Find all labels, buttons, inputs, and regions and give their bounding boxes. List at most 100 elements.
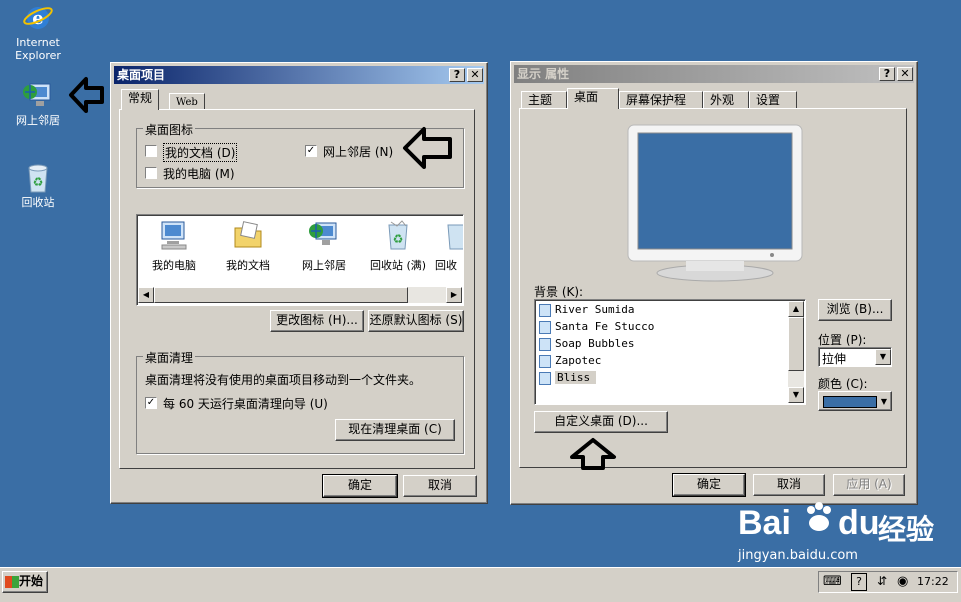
horizontal-scrollbar[interactable]: ◀ ▶: [138, 287, 462, 303]
browse-button[interactable]: 浏览 (B)...: [818, 299, 892, 321]
desktop-items-dialog: 桌面项目 ? ✕ 常规 Web 桌面图标 我的文档 (D) 我的电脑 (M) ✓…: [110, 62, 488, 504]
color-picker-button[interactable]: ▼: [818, 391, 892, 411]
display-properties-dialog: 显示 属性 ? ✕ 主题 桌面 屏幕保护程序 外观 设置 背景 (K): Riv…: [510, 61, 918, 505]
background-label: 背景 (K):: [534, 285, 584, 299]
tab-desktop[interactable]: 桌面: [567, 88, 619, 109]
dialog-title: 显示 属性: [517, 67, 570, 81]
scroll-up-button[interactable]: ▲: [788, 301, 804, 317]
help-button[interactable]: ?: [449, 68, 465, 82]
clock[interactable]: 17:22: [917, 575, 949, 588]
restore-default-button[interactable]: 还原默认图标 (S): [368, 310, 464, 332]
list-item[interactable]: Santa Fe Stucco: [539, 319, 654, 335]
scroll-thumb[interactable]: [788, 317, 804, 371]
watermark-brand-2: du: [838, 504, 880, 542]
image-file-icon: [539, 320, 551, 334]
chevron-down-icon: ▼: [880, 397, 887, 406]
ok-button[interactable]: 确定: [672, 473, 746, 497]
desktop-icon-network-places[interactable]: 网上邻居: [1, 80, 75, 127]
cancel-button[interactable]: 取消: [753, 474, 825, 496]
image-file-icon: [539, 354, 551, 368]
network-places-icon: [22, 80, 54, 112]
internet-explorer-icon: e: [22, 2, 54, 34]
checkbox-label: 我的文档 (D): [163, 143, 238, 162]
cancel-button[interactable]: 取消: [403, 475, 477, 497]
image-file-icon: [539, 371, 551, 385]
change-icon-button[interactable]: 更改图标 (H)...: [270, 310, 364, 332]
color-swatch: [823, 396, 877, 408]
scroll-left-button[interactable]: ◀: [138, 287, 154, 303]
background-list[interactable]: River Sumida Santa Fe Stucco Soap Bubble…: [534, 299, 806, 405]
system-tray: ⌨ ? ⇵ ◉ 17:22: [818, 571, 958, 593]
desktop-icon-label: Internet Explorer: [15, 36, 61, 62]
group-label: 桌面清理: [143, 349, 196, 366]
scroll-right-button[interactable]: ▶: [446, 287, 462, 303]
icon-label: 我的文档: [226, 259, 270, 272]
color-label: 颜色 (C):: [818, 377, 868, 391]
my-computer-icon: [158, 219, 190, 251]
recycle-bin-full-icon: ♻: [382, 219, 414, 251]
tab-settings[interactable]: 设置: [749, 91, 797, 109]
tab-panel-desktop: 背景 (K): River Sumida Santa Fe Stucco Soa…: [519, 108, 907, 470]
list-item[interactable]: River Sumida: [539, 302, 634, 318]
scroll-thumb[interactable]: [154, 287, 408, 303]
icon-my-documents[interactable]: 我的文档: [211, 219, 285, 273]
up-arrow-icon: [570, 438, 616, 470]
start-label: 开始: [19, 574, 44, 588]
checkbox-label: 网上邻居 (N): [323, 145, 394, 159]
network-places-checkbox[interactable]: ✓: [305, 145, 317, 157]
clean-desktop-now-button[interactable]: 现在清理桌面 (C): [335, 419, 455, 441]
tab-general[interactable]: 常规: [121, 89, 160, 110]
my-computer-checkbox[interactable]: [145, 167, 157, 179]
monitor-preview: [626, 123, 804, 282]
desktop-icon-list[interactable]: 我的电脑 我的文档 网上邻居 ♻ 回收站 (满) 回收 ◀ ▶: [136, 214, 464, 306]
icon-label: 网上邻居: [302, 259, 346, 272]
help-icon[interactable]: ?: [851, 573, 867, 591]
desktop-icon-recycle-bin[interactable]: ♻ 回收站: [1, 162, 75, 209]
svg-text:♻: ♻: [393, 232, 404, 246]
tab-appearance[interactable]: 外观: [703, 91, 749, 109]
image-file-icon: [539, 303, 551, 317]
list-item[interactable]: Zapotec: [539, 353, 601, 369]
icon-my-computer[interactable]: 我的电脑: [137, 219, 211, 273]
keyboard-icon[interactable]: ⌨: [823, 574, 842, 589]
position-select[interactable]: 拉伸 ▼: [818, 347, 892, 367]
list-item-selected[interactable]: Bliss: [539, 370, 597, 386]
scroll-down-button[interactable]: ▼: [788, 387, 804, 403]
close-button[interactable]: ✕: [467, 68, 483, 82]
position-value: 拉伸: [822, 352, 847, 366]
icon-label: 我的电脑: [152, 259, 196, 272]
left-arrow-icon: [69, 77, 104, 113]
watermark-brand: Bai: [738, 504, 791, 542]
vertical-scrollbar[interactable]: ▲ ▼: [788, 301, 804, 403]
ok-button[interactable]: 确定: [322, 474, 398, 498]
security-icon[interactable]: ◉: [897, 574, 908, 589]
customize-desktop-button[interactable]: 自定义桌面 (D)...: [534, 411, 668, 433]
desktop-icon-internet-explorer[interactable]: e Internet Explorer: [1, 2, 75, 62]
tab-panel-general: 桌面图标 我的文档 (D) 我的电脑 (M) ✓ 网上邻居 (N) 我的电脑 我…: [119, 109, 475, 469]
icon-network-places[interactable]: 网上邻居: [287, 219, 361, 273]
list-item[interactable]: Soap Bubbles: [539, 336, 634, 352]
image-file-icon: [539, 337, 551, 351]
start-button[interactable]: 开始: [2, 571, 48, 593]
auto-cleanup-checkbox[interactable]: ✓: [145, 397, 157, 409]
close-button[interactable]: ✕: [897, 67, 913, 81]
help-button[interactable]: ?: [879, 67, 895, 81]
cleanup-description: 桌面清理将没有使用的桌面项目移动到一个文件夹。: [145, 373, 422, 387]
recycle-bin-icon: ♻: [22, 162, 54, 194]
network-icon[interactable]: ⇵: [877, 574, 887, 588]
desktop-cleanup-group: 桌面清理 桌面清理将没有使用的桌面项目移动到一个文件夹。 ✓ 每 60 天运行桌…: [136, 349, 464, 454]
desktop-icon-label: 回收站: [21, 196, 55, 209]
paw-icon: [807, 502, 831, 531]
network-places-icon: [308, 219, 340, 251]
icon-recycle-bin-full[interactable]: ♻ 回收站 (满): [361, 219, 435, 273]
chevron-down-icon[interactable]: ▼: [875, 349, 891, 365]
apply-button: 应用 (A): [833, 474, 905, 496]
my-documents-checkbox[interactable]: [145, 145, 157, 157]
tab-themes[interactable]: 主题: [521, 91, 567, 109]
dialog-title-bar: 显示 属性 ? ✕: [514, 65, 914, 83]
tab-screensaver[interactable]: 屏幕保护程序: [619, 91, 703, 124]
left-arrow-icon: [403, 127, 452, 169]
svg-text:♻: ♻: [33, 175, 44, 189]
icon-recycle-bin-empty[interactable]: 回收: [435, 219, 463, 273]
windows-logo-icon: [5, 575, 19, 588]
